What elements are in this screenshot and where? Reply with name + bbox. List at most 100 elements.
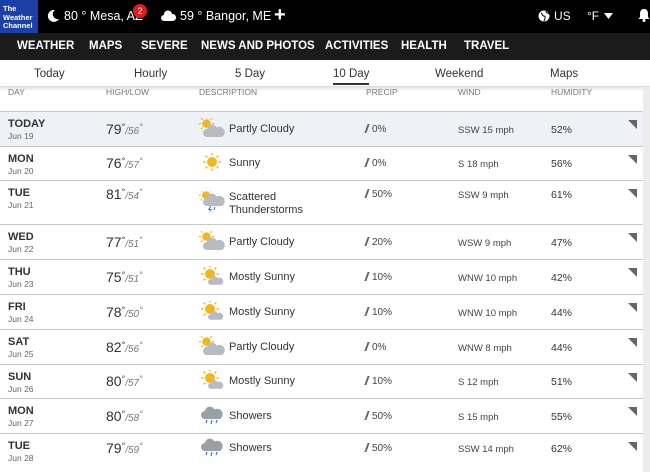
row-wind: S 12 mph — [458, 377, 499, 388]
unit-selector[interactable]: °F — [587, 9, 614, 23]
row-high: 80 — [106, 373, 122, 389]
row-wind: WSW 9 mph — [458, 238, 512, 249]
expand-caret-icon[interactable] — [628, 189, 637, 198]
expand-caret-icon[interactable] — [628, 303, 637, 312]
expand-caret-icon[interactable] — [628, 407, 637, 416]
row-day: TUE — [8, 440, 30, 452]
row-wind: S 18 mph — [458, 159, 499, 170]
row-day: MON — [8, 405, 34, 417]
showers-icon — [199, 405, 225, 427]
row-low: 50 — [127, 309, 140, 320]
row-date: Jun 26 — [8, 384, 34, 394]
row-high-low: 81°/54° — [106, 186, 143, 202]
region-selector[interactable]: US — [538, 9, 571, 23]
row-high-low: 76°/57° — [106, 155, 143, 171]
nav-health[interactable]: HEALTH — [401, 40, 447, 52]
row-high-low: 80°/58° — [106, 408, 143, 424]
row-low: 57 — [127, 378, 140, 389]
nav-maps[interactable]: MAPS — [89, 40, 122, 52]
weather-channel-logo[interactable]: The Weather Channel — [0, 0, 38, 33]
row-precip: 10% — [364, 272, 393, 283]
expand-caret-icon[interactable] — [628, 442, 637, 451]
forecast-row[interactable]: MON Jun 20 76°/57° Sunny 0% S 18 mph 56% — [0, 146, 643, 180]
row-date: Jun 20 — [8, 166, 34, 176]
row-high: 79 — [106, 440, 122, 456]
tab-5-day[interactable]: 5 Day — [235, 68, 265, 80]
row-high-low: 78°/50° — [106, 304, 143, 320]
row-high-low: 79°/56° — [106, 121, 143, 137]
thunderstorm-icon — [198, 188, 225, 213]
row-high: 80 — [106, 408, 122, 424]
mostly-sunny-icon — [199, 369, 225, 392]
bell-icon[interactable] — [638, 8, 650, 22]
showers-icon — [199, 437, 225, 459]
region-label: US — [554, 9, 571, 23]
tab-weekend[interactable]: Weekend — [435, 68, 483, 80]
row-wind: WNW 10 mph — [458, 308, 518, 319]
row-description: Showers — [229, 442, 272, 454]
expand-caret-icon[interactable] — [628, 338, 637, 347]
row-precip: 20% — [364, 237, 392, 248]
row-precip-value: 10% — [372, 376, 393, 387]
row-day: TODAY — [8, 118, 46, 130]
forecast-row[interactable]: SAT Jun 25 82°/56° Partly Cloudy 0% WNW 8 mph… — [0, 329, 643, 364]
forecast-tabs: Today Hourly 5 Day 10 Day Weekend Maps — [0, 60, 650, 87]
tab-maps[interactable]: Maps — [550, 68, 578, 80]
expand-caret-icon[interactable] — [628, 120, 637, 129]
forecast-row[interactable]: FRI Jun 24 78°/50° Mostly Sunny 10% WNW 10 mp… — [0, 294, 643, 329]
row-low: 57 — [127, 160, 140, 171]
column-header-day: DAY — [8, 87, 25, 97]
partly-cloudy-icon — [198, 116, 225, 140]
row-high: 81 — [106, 186, 122, 202]
tab-today[interactable]: Today — [34, 68, 65, 80]
expand-caret-icon[interactable] — [628, 373, 637, 382]
row-high: 78 — [106, 304, 122, 320]
row-high: 82 — [106, 339, 122, 355]
row-humidity: 55% — [551, 411, 573, 423]
row-wind: SSW 14 mph — [458, 444, 514, 455]
tab-10-day[interactable]: 10 Day — [333, 68, 370, 85]
row-date: Jun 22 — [8, 244, 34, 254]
row-high-low: 79°/59° — [106, 440, 143, 456]
expand-caret-icon[interactable] — [628, 268, 637, 277]
scroll-edge — [643, 87, 650, 472]
forecast-row[interactable]: SUN Jun 26 80°/57° Mostly Sunny 10% S 12 mph 5… — [0, 364, 643, 398]
row-precip-value: 10% — [372, 272, 393, 283]
forecast-row[interactable]: TODAY Jun 19 79°/56° Partly Cloudy 0% SSW 15 … — [0, 111, 643, 146]
add-location-button[interactable]: + — [274, 4, 286, 26]
tab-hourly[interactable]: Hourly — [134, 68, 167, 80]
forecast-row[interactable]: TUE Jun 28 79°/59° Showers 50% SSW 14 mph 62% — [0, 433, 643, 463]
row-precip-value: 0% — [372, 124, 387, 135]
row-humidity: 44% — [551, 342, 573, 354]
nav-severe[interactable]: SEVERE — [141, 40, 188, 52]
logo-text-line3: Channel — [3, 21, 33, 30]
nav-news-and-photos[interactable]: NEWS AND PHOTOS — [201, 40, 315, 52]
forecast-row[interactable]: MON Jun 27 80°/58° Showers 50% S 15 mph 55% — [0, 398, 643, 433]
location-bangor[interactable]: 59 ° Bangor, ME — [160, 9, 271, 23]
forecast-row[interactable]: THU Jun 23 75°/51° Mostly Sunny 10% WNW 10 mp… — [0, 259, 643, 294]
nav-activities[interactable]: ACTIVITIES — [325, 40, 388, 52]
row-description: Mostly Sunny — [229, 375, 296, 387]
expand-caret-icon[interactable] — [628, 155, 637, 164]
forecast-row[interactable]: TUE Jun 21 81°/54° Scattered Thunderstorms 5… — [0, 180, 643, 224]
location-mesa[interactable]: 80 ° Mesa, AZ — [46, 9, 143, 23]
row-wind: SSW 15 mph — [458, 125, 514, 136]
nav-weather[interactable]: WEATHER — [17, 40, 74, 52]
raindrop-icon — [364, 342, 370, 351]
row-high-low: 77°/51° — [106, 234, 143, 250]
row-precip: 0% — [364, 342, 386, 353]
row-precip: 50% — [364, 411, 392, 422]
expand-caret-icon[interactable] — [628, 233, 637, 242]
row-humidity: 51% — [551, 376, 573, 388]
nav-travel[interactable]: TRAVEL — [464, 40, 509, 52]
raindrop-icon — [364, 189, 370, 198]
unit-label: °F — [587, 9, 600, 23]
partly-cloudy-icon — [198, 334, 225, 358]
alert-badge[interactable]: 2 — [133, 4, 147, 18]
column-header-description: DESCRIPTION — [199, 87, 258, 97]
forecast-row[interactable]: WED Jun 22 77°/51° Partly Cloudy 20% WSW 9 mp… — [0, 224, 643, 259]
main-nav: WEATHER MAPS SEVERE NEWS AND PHOTOS ACTI… — [0, 33, 650, 60]
row-high: 77 — [106, 234, 122, 250]
row-low: 51 — [127, 274, 140, 285]
row-description: Sunny — [229, 157, 261, 169]
